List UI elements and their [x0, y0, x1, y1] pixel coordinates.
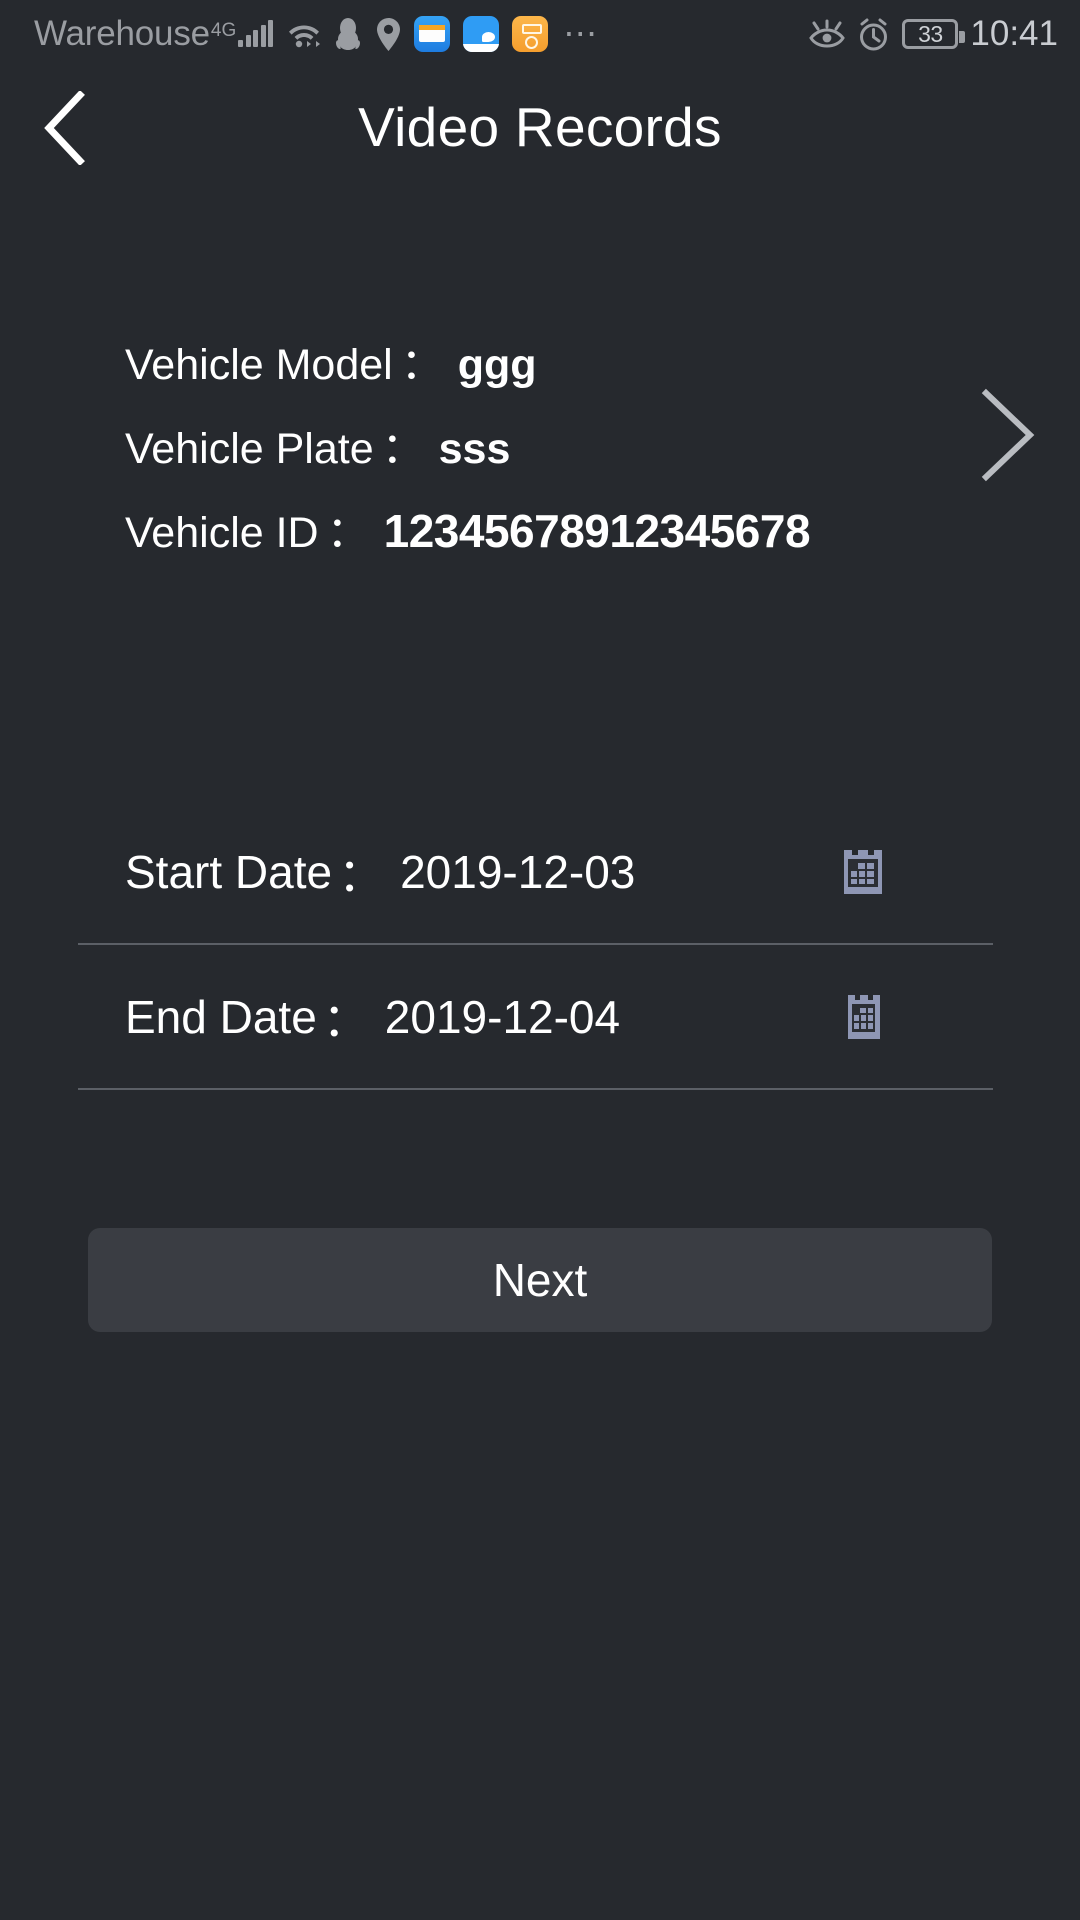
page-title: Video Records [358, 96, 722, 158]
app-header: Video Records [0, 68, 1080, 186]
vehicle-id-colon: ： [326, 509, 370, 557]
status-bar-right: 33 10:41 [808, 14, 1058, 54]
vehicle-plate-label: Vehicle Plate [125, 425, 374, 473]
start-date-label: Start Date [125, 845, 333, 898]
alarm-clock-icon [857, 18, 890, 51]
vehicle-plate-colon: ： [381, 425, 425, 473]
vehicle-id-row: Vehicle ID ： 12345678912345678 [0, 498, 1080, 582]
battery-level-label: 33 [918, 20, 943, 47]
end-date-value: 2019-12-04 [384, 990, 621, 1043]
start-date-colon: ： [338, 848, 385, 901]
vehicle-model-value: ggg [457, 341, 537, 389]
qq-penguin-icon [334, 17, 362, 51]
network-type-label: 4G [210, 20, 237, 41]
start-date-row[interactable]: Start Date ： 2019-12-03 [0, 800, 1080, 943]
status-bar-left: Warehouse 4G ⋯ [34, 14, 808, 54]
end-date-divider [78, 1088, 993, 1090]
end-date-calendar-icon[interactable] [838, 991, 888, 1043]
start-date-calendar-icon[interactable] [838, 846, 888, 898]
location-pin-icon [376, 17, 401, 51]
vehicle-model-label: Vehicle Model [125, 341, 393, 389]
vehicle-model-colon: ： [400, 341, 444, 389]
end-date-row[interactable]: End Date ： 2019-12-04 [0, 945, 1080, 1088]
vehicle-id-label: Vehicle ID [125, 509, 319, 557]
news-app-icon [414, 16, 451, 52]
vehicle-model-row: Vehicle Model ： ggg [0, 330, 1080, 414]
eye-protection-icon [808, 19, 846, 49]
carrier-label: Warehouse [34, 14, 210, 53]
end-date-label: End Date [125, 990, 317, 1043]
vehicle-id-value: 12345678912345678 [383, 505, 811, 557]
signal-bars-icon [238, 20, 274, 47]
vehicle-info-panel[interactable]: Vehicle Model ： ggg Vehicle Plate ： sss … [0, 330, 1080, 582]
vehicle-select-button[interactable] [972, 385, 1042, 485]
chat-app-icon [463, 16, 500, 52]
date-range-section: Start Date ： 2019-12-03 End Date ： 2019-… [0, 800, 1080, 1090]
vehicle-plate-row: Vehicle Plate ： sss [0, 414, 1080, 498]
clock-label: 10:41 [970, 14, 1058, 53]
vehicle-plate-value: sss [438, 425, 511, 473]
end-date-colon: ： [322, 993, 369, 1046]
next-button[interactable]: Next [88, 1228, 992, 1332]
battery-indicator: 33 [902, 19, 966, 49]
chevron-right-icon [981, 388, 1035, 482]
video-records-screen: Warehouse 4G ⋯ 33 10:41 Video Records Ve… [0, 0, 1080, 1920]
start-date-value: 2019-12-03 [400, 845, 636, 898]
wifi-icon [286, 19, 322, 49]
orange-app-icon [512, 16, 549, 52]
status-bar: Warehouse 4G ⋯ 33 10:41 [0, 0, 1080, 68]
more-dots-icon: ⋯ [563, 15, 600, 53]
